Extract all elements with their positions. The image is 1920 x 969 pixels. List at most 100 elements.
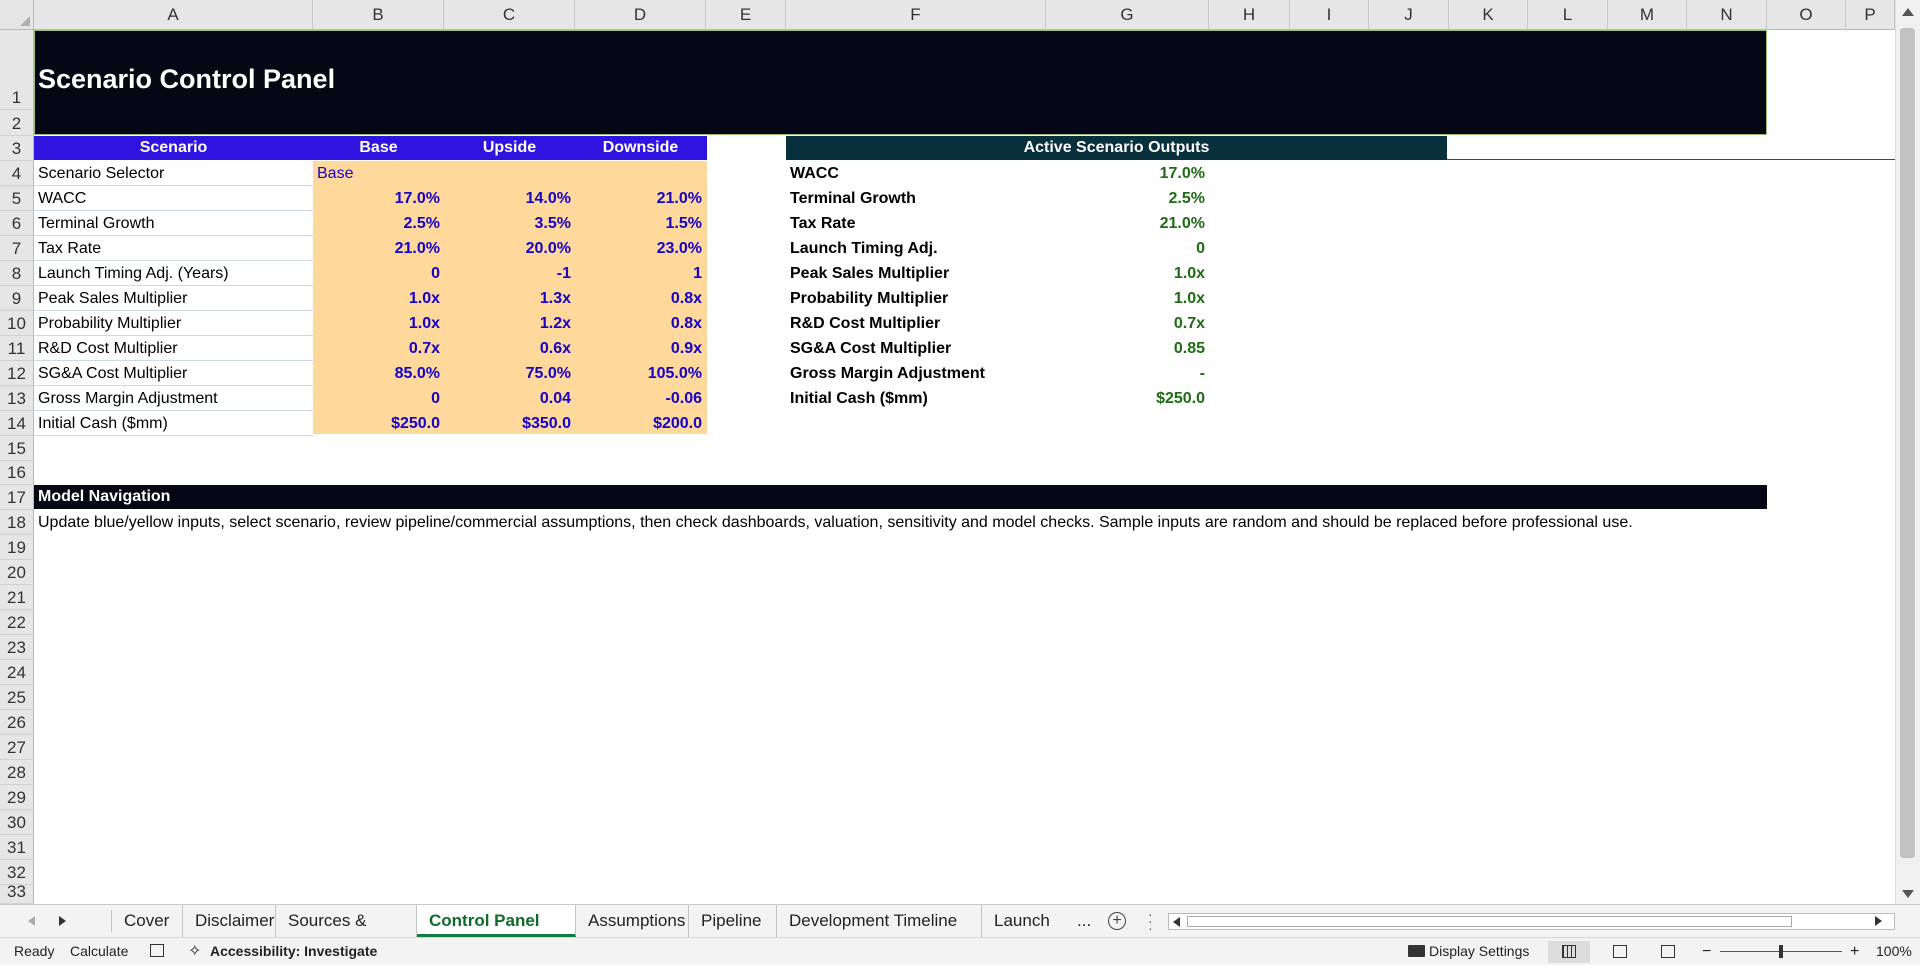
scenario-selector-downside[interactable] <box>575 161 706 186</box>
row-header-17[interactable]: 17 <box>0 485 34 510</box>
column-header-b[interactable]: B <box>313 0 444 30</box>
input-cell-base[interactable]: 1.0x <box>313 286 444 311</box>
hscroll-left-icon[interactable] <box>1173 917 1180 927</box>
zoom-in-button[interactable]: + <box>1850 938 1859 965</box>
row-header-23[interactable]: 23 <box>0 635 34 660</box>
input-cell-base[interactable]: 1.0x <box>313 311 444 336</box>
zoom-out-button[interactable]: − <box>1702 938 1711 965</box>
column-header-h[interactable]: H <box>1209 0 1290 30</box>
row-header-21[interactable]: 21 <box>0 585 34 610</box>
row-header-2[interactable]: 2 <box>0 110 34 136</box>
input-cell-base[interactable]: 0 <box>313 261 444 286</box>
row-header-5[interactable]: 5 <box>0 186 34 211</box>
status-accessibility[interactable]: Accessibility: Investigate <box>210 938 377 965</box>
row-header-4[interactable]: 4 <box>0 161 34 186</box>
column-header-c[interactable]: C <box>444 0 575 30</box>
scenario-selector-upside[interactable] <box>444 161 575 186</box>
row-header-7[interactable]: 7 <box>0 236 34 261</box>
row-header-11[interactable]: 11 <box>0 336 34 361</box>
input-cell-downside[interactable]: 0.8x <box>575 311 706 336</box>
column-header-l[interactable]: L <box>1528 0 1608 30</box>
sheet-tab-sources-notes[interactable]: Sources & Notes <box>276 905 417 962</box>
input-cell-downside[interactable]: 21.0% <box>575 186 706 211</box>
row-header-10[interactable]: 10 <box>0 311 34 336</box>
input-cell-upside[interactable]: 1.3x <box>444 286 575 311</box>
scroll-thumb[interactable] <box>1900 28 1915 858</box>
row-header-30[interactable]: 30 <box>0 810 34 835</box>
row-header-22[interactable]: 22 <box>0 610 34 635</box>
row-header-6[interactable]: 6 <box>0 211 34 236</box>
row-header-29[interactable]: 29 <box>0 785 34 810</box>
input-cell-base[interactable]: 17.0% <box>313 186 444 211</box>
output-value[interactable]: 1.0x <box>1046 286 1209 311</box>
column-header-g[interactable]: G <box>1046 0 1209 30</box>
row-header-27[interactable]: 27 <box>0 735 34 760</box>
tab-overflow[interactable]: ... <box>1077 905 1091 937</box>
input-cell-upside[interactable]: 1.2x <box>444 311 575 336</box>
input-cell-downside[interactable]: 105.0% <box>575 361 706 386</box>
input-cell-upside[interactable]: -1 <box>444 261 575 286</box>
row-header-31[interactable]: 31 <box>0 835 34 860</box>
display-settings-icon[interactable] <box>1408 945 1425 957</box>
more-options-icon[interactable]: · · · <box>1148 907 1153 935</box>
output-value[interactable]: 21.0% <box>1046 211 1209 236</box>
row-header-1[interactable]: 1 <box>0 30 34 110</box>
input-cell-downside[interactable]: 0.9x <box>575 336 706 361</box>
row-header-13[interactable]: 13 <box>0 386 34 411</box>
select-all-corner[interactable] <box>0 0 34 30</box>
column-header-m[interactable]: M <box>1608 0 1687 30</box>
vertical-scrollbar[interactable] <box>1895 0 1920 904</box>
input-cell-base[interactable]: $250.0 <box>313 411 444 436</box>
input-cell-base[interactable]: 21.0% <box>313 236 444 261</box>
row-header-8[interactable]: 8 <box>0 261 34 286</box>
row-header-9[interactable]: 9 <box>0 286 34 311</box>
column-header-f[interactable]: F <box>786 0 1046 30</box>
input-cell-upside[interactable]: 20.0% <box>444 236 575 261</box>
input-cell-base[interactable]: 2.5% <box>313 211 444 236</box>
input-cell-upside[interactable]: 75.0% <box>444 361 575 386</box>
sheet-tab-disclaimer[interactable]: Disclaimer <box>183 905 276 937</box>
macro-record-icon[interactable] <box>150 944 164 957</box>
sheet-tab-launch[interactable]: Launch <box>982 905 1077 937</box>
column-header-e[interactable]: E <box>706 0 786 30</box>
input-cell-downside[interactable]: 0.8x <box>575 286 706 311</box>
input-cell-downside[interactable]: 1 <box>575 261 706 286</box>
tab-scroll-left-icon[interactable] <box>28 916 35 926</box>
input-cell-upside[interactable]: 3.5% <box>444 211 575 236</box>
sheet-tab-cover[interactable]: Cover <box>112 905 183 937</box>
row-header-14[interactable]: 14 <box>0 411 34 436</box>
row-header-26[interactable]: 26 <box>0 710 34 735</box>
input-cell-base[interactable]: 0 <box>313 386 444 411</box>
output-value[interactable]: 0.85 <box>1046 336 1209 361</box>
tab-scroll-right-icon[interactable] <box>59 916 66 926</box>
status-display-settings[interactable]: Display Settings <box>1429 938 1529 965</box>
output-value[interactable]: $250.0 <box>1046 386 1209 411</box>
hscroll-thumb[interactable] <box>1187 916 1792 927</box>
row-header-24[interactable]: 24 <box>0 660 34 685</box>
input-cell-downside[interactable]: 23.0% <box>575 236 706 261</box>
zoom-level[interactable]: 100% <box>1876 938 1912 965</box>
column-header-o[interactable]: O <box>1767 0 1846 30</box>
input-cell-upside[interactable]: $350.0 <box>444 411 575 436</box>
scroll-up-icon[interactable] <box>1902 8 1914 16</box>
column-header-d[interactable]: D <box>575 0 706 30</box>
row-header-3[interactable]: 3 <box>0 136 34 161</box>
output-value[interactable]: 1.0x <box>1046 261 1209 286</box>
sheet-tab-assumptions[interactable]: Assumptions <box>576 905 689 937</box>
zoom-slider[interactable] <box>1720 945 1842 958</box>
row-header-12[interactable]: 12 <box>0 361 34 386</box>
horizontal-scrollbar[interactable] <box>1168 913 1895 930</box>
input-cell-upside[interactable]: 0.6x <box>444 336 575 361</box>
sheet-tab-pipeline[interactable]: Pipeline <box>689 905 777 937</box>
row-header-15[interactable]: 15 <box>0 436 34 461</box>
add-sheet-icon[interactable]: + <box>1108 912 1126 930</box>
hscroll-right-icon[interactable] <box>1875 916 1882 926</box>
page-break-view-icon[interactable] <box>1661 945 1675 958</box>
input-cell-base[interactable]: 85.0% <box>313 361 444 386</box>
row-header-20[interactable]: 20 <box>0 560 34 585</box>
worksheet-grid[interactable]: ABCDEFGHIJKLMNOP 1 2 3 4 5 6 7 8 9 10 11 12 13 14 15 16… <box>0 0 1895 904</box>
normal-view-icon[interactable] <box>1548 941 1590 963</box>
accessibility-icon[interactable]: ✧ <box>188 938 201 965</box>
row-header-18[interactable]: 18 <box>0 510 34 535</box>
sheet-tab-control-panel[interactable]: Control Panel <box>417 905 576 937</box>
